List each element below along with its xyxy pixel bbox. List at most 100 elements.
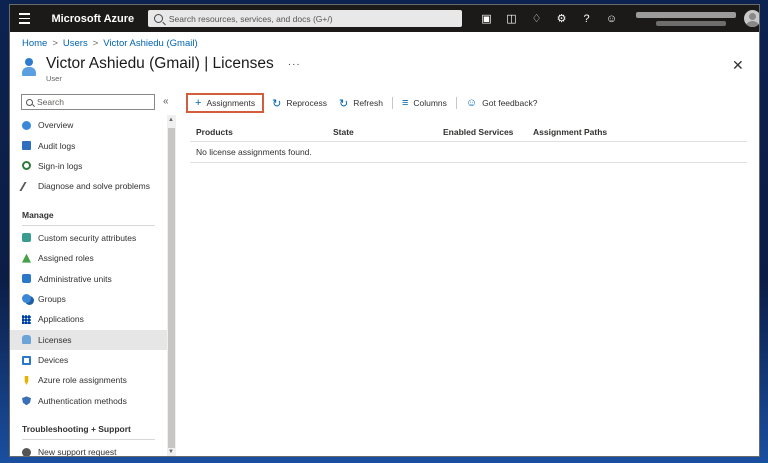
azure-top-bar: Microsoft Azure Search resources, servic… (10, 5, 759, 32)
sidebar-item-label: Applications (38, 314, 84, 325)
breadcrumb-separator: > (52, 38, 58, 49)
brand-name[interactable]: Microsoft Azure (51, 13, 134, 25)
sidebar-item-authentication-methods[interactable]: Authentication methods (10, 391, 167, 411)
global-search-placeholder: Search resources, services, and docs (G+… (168, 13, 333, 24)
audit-logs-icon (22, 141, 31, 151)
section-heading-support: Troubleshooting + Support (22, 424, 131, 435)
sidebar-item-label: Sign-in logs (38, 160, 83, 171)
sidebar-item-new-support-request[interactable]: New support request (10, 442, 167, 457)
column-header-state[interactable]: State (333, 127, 443, 137)
more-options-icon[interactable]: ··· (288, 59, 301, 70)
search-icon (153, 14, 163, 23)
sidebar-item-label: Assigned roles (38, 253, 94, 264)
sidebar-item-label: New support request (38, 447, 117, 457)
sidebar-item-devices[interactable]: Devices (10, 350, 167, 370)
sidebar-item-sign-in-logs[interactable]: Sign-in logs (10, 156, 167, 176)
toolbar-divider (455, 97, 457, 109)
licenses-grid: Products State Enabled Services Assignme… (190, 122, 747, 163)
section-divider (22, 439, 155, 441)
breadcrumb-home[interactable]: Home (22, 38, 47, 49)
scroll-down-icon[interactable]: ▼ (168, 449, 174, 455)
account-menu[interactable] (636, 10, 759, 27)
sidebar: Search « Overview Audit logs Sign-in log… (10, 91, 177, 457)
sidebar-item-label: Licenses (38, 334, 72, 345)
section-heading-manage: Manage (22, 209, 54, 220)
feedback-label: Got feedback? (482, 98, 538, 108)
menu-icon[interactable] (10, 13, 39, 24)
reprocess-button[interactable]: ↻ Reprocess (266, 93, 333, 113)
columns-label: Columns (413, 98, 447, 108)
sidebar-item-assigned-roles[interactable]: Assigned roles (10, 248, 167, 268)
diagnose-icon (19, 181, 34, 191)
sidebar-item-audit-logs[interactable]: Audit logs (10, 135, 167, 155)
sidebar-item-diagnose[interactable]: Diagnose and solve problems (10, 176, 167, 196)
sidebar-item-overview[interactable]: Overview (10, 115, 167, 135)
breadcrumb: Home > Users > Victor Ashiedu (Gmail) (22, 38, 198, 49)
account-name-redacted (636, 11, 736, 18)
sidebar-item-azure-role-assignments[interactable]: Azure role assignments (10, 370, 167, 390)
global-search-input[interactable]: Search resources, services, and docs (G+… (147, 10, 462, 27)
sidebar-item-label: Groups (38, 293, 66, 304)
sidebar-scrollbar[interactable]: ▲ ▼ (167, 115, 176, 456)
plus-icon: + (195, 97, 202, 109)
columns-icon: ≡ (401, 97, 409, 109)
add-assignments-label: Assignments (206, 98, 256, 108)
toolbar-divider (391, 97, 393, 109)
command-bar: + Assignments ↻ Reprocess ↻ Refresh ≡ Co… (186, 91, 543, 115)
groups-icon (22, 294, 31, 304)
close-icon[interactable]: ✕ (732, 57, 744, 74)
scrollbar-thumb[interactable] (168, 128, 175, 448)
page-header: Victor Ashiedu (Gmail) | Licenses User ·… (22, 55, 301, 83)
notifications-icon[interactable]: ♢ (524, 5, 549, 32)
authentication-icon (22, 396, 31, 406)
browser-window: Microsoft Azure Search resources, servic… (9, 4, 760, 457)
sidebar-item-groups[interactable]: Groups (10, 289, 167, 309)
section-divider (22, 224, 155, 226)
sidebar-item-label: Audit logs (38, 140, 76, 151)
column-header-enabled-services[interactable]: Enabled Services (443, 127, 533, 137)
licenses-icon (22, 335, 31, 345)
column-header-assignment-paths[interactable]: Assignment Paths (533, 127, 653, 137)
help-icon[interactable]: ? (574, 5, 599, 32)
empty-state-row: No license assignments found. (190, 142, 747, 163)
columns-button[interactable]: ≡ Columns (396, 93, 453, 113)
refresh-icon: ↻ (338, 97, 349, 110)
sidebar-item-label: Diagnose and solve problems (38, 181, 150, 192)
sidebar-item-label: Azure role assignments (38, 375, 127, 386)
sidebar-item-label: Overview (38, 120, 74, 131)
sidebar-item-applications[interactable]: Applications (10, 309, 167, 329)
sidebar-item-label: Administrative units (38, 273, 112, 284)
feedback-icon[interactable]: ☺ (599, 5, 624, 32)
cloud-shell-icon[interactable]: ▣ (474, 5, 499, 32)
refresh-label: Refresh (353, 98, 383, 108)
reprocess-label: Reprocess (286, 98, 327, 108)
overview-icon (22, 120, 31, 130)
search-icon (26, 98, 33, 106)
scroll-up-icon[interactable]: ▲ (168, 117, 174, 123)
account-tenant-redacted (656, 20, 726, 26)
administrative-units-icon (22, 274, 31, 284)
reprocess-icon: ↻ (272, 97, 282, 110)
sidebar-item-licenses[interactable]: Licenses (10, 329, 167, 350)
breadcrumb-users[interactable]: Users (63, 38, 88, 49)
devices-icon (22, 355, 31, 365)
sidebar-item-label: Devices (38, 355, 69, 366)
assigned-roles-icon (22, 253, 31, 263)
column-header-products[interactable]: Products (190, 127, 333, 137)
sidebar-search-placeholder: Search (37, 97, 64, 107)
sidebar-nav: Overview Audit logs Sign-in logs Diagnos… (10, 115, 167, 457)
sidebar-item-custom-security-attributes[interactable]: Custom security attributes (10, 228, 167, 248)
sidebar-search-input[interactable]: Search (21, 94, 155, 110)
sidebar-item-label: Authentication methods (38, 395, 127, 406)
directory-filter-icon[interactable]: ◫ (499, 5, 524, 32)
settings-icon[interactable]: ⚙ (549, 5, 574, 32)
avatar[interactable] (744, 10, 759, 27)
sidebar-item-label: Custom security attributes (38, 232, 137, 243)
feedback-button[interactable]: ☺ Got feedback? (460, 93, 544, 113)
sidebar-item-administrative-units[interactable]: Administrative units (10, 268, 167, 288)
support-request-icon (22, 447, 31, 456)
add-assignments-button[interactable]: + Assignments (186, 93, 265, 113)
breadcrumb-user[interactable]: Victor Ashiedu (Gmail) (103, 38, 197, 49)
collapse-sidebar-icon[interactable]: « (163, 96, 169, 107)
refresh-button[interactable]: ↻ Refresh (333, 93, 389, 113)
